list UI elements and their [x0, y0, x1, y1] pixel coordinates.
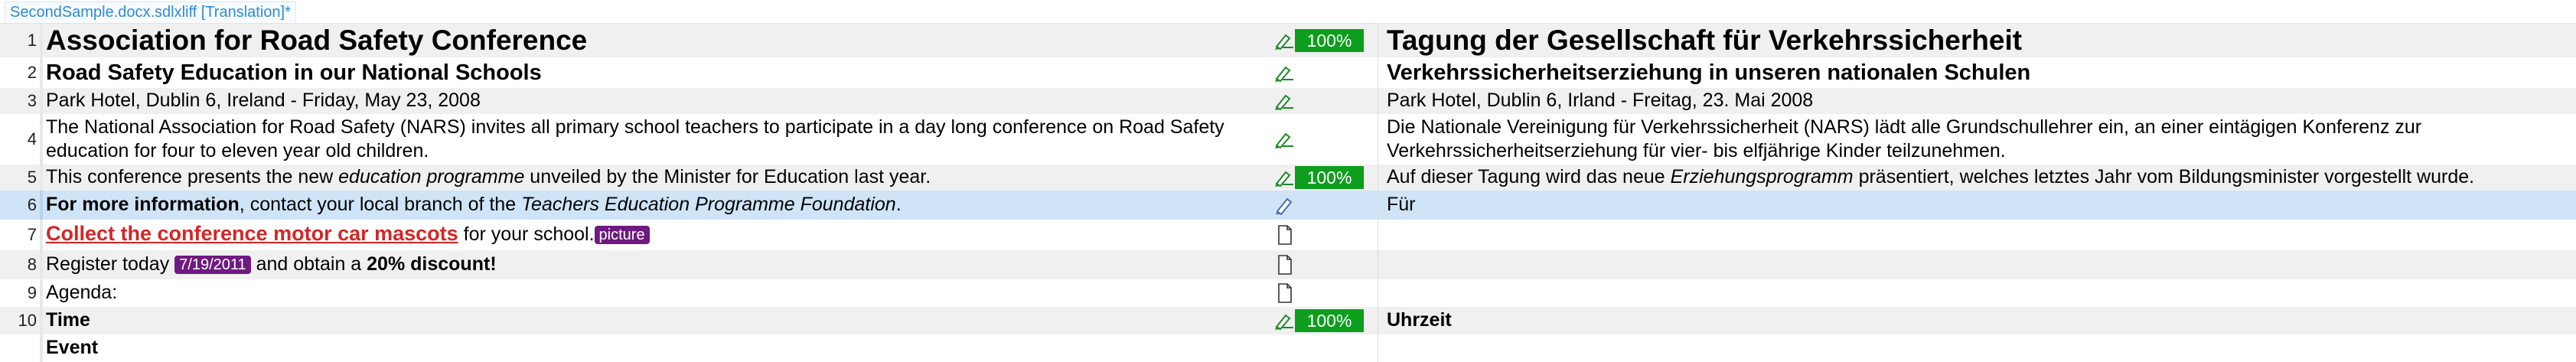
confirmed-pen-icon — [1275, 171, 1293, 188]
picture-tag[interactable]: picture — [594, 226, 650, 245]
source-cell[interactable]: For more information, contact your local… — [46, 193, 1270, 217]
segment-row-4[interactable]: 4 The National Association for Road Safe… — [0, 114, 2576, 165]
segment-row-9[interactable]: 9 Agenda: — [0, 279, 2576, 307]
source-cell[interactable]: Collect the conference motor car mascots… — [46, 222, 1270, 246]
source-cell[interactable]: The National Association for Road Safety… — [46, 116, 1270, 163]
segment-status[interactable] — [1273, 253, 1365, 276]
segment-status[interactable] — [1273, 128, 1365, 151]
row-number: 10 — [18, 311, 37, 330]
row-gutter — [40, 307, 43, 334]
target-cell[interactable]: Die Nationale Vereinigung für Verkehrssi… — [1387, 116, 2558, 163]
source-cell[interactable]: Register today 7/19/2011 and obtain a 20… — [46, 253, 1270, 276]
source-cell[interactable]: Event — [46, 336, 1270, 360]
source-text: for your school. — [458, 223, 595, 245]
confirmed-pen-icon — [1275, 132, 1293, 149]
target-cell[interactable]: Für — [1387, 193, 2558, 217]
source-text: This conference presents the new — [46, 166, 339, 188]
source-cell[interactable]: Association for Road Safety Conference — [46, 24, 1270, 57]
segment-row-8[interactable]: 8 Register today 7/19/2011 and obtain a … — [0, 250, 2576, 279]
segment-row-2[interactable]: 2 Road Safety Education in our National … — [0, 57, 2576, 88]
row-gutter — [40, 191, 43, 220]
target-cell[interactable]: Uhrzeit — [1387, 308, 2558, 332]
source-bold-text: 20% discount — [367, 253, 491, 275]
segment-row-1[interactable]: 1 Association for Road Safety Conference… — [0, 24, 2576, 57]
source-text: and obtain a — [250, 253, 367, 275]
source-cell[interactable]: Time — [46, 308, 1270, 332]
source-bold-text: For more information — [46, 194, 240, 215]
row-number: 4 — [27, 129, 37, 148]
row-gutter — [40, 57, 43, 88]
source-italic-text: education programme — [338, 166, 525, 188]
source-italic-text: Teachers Education Programme Foundation — [521, 194, 896, 215]
confirmed-pen-icon — [1275, 34, 1293, 51]
row-gutter — [40, 165, 43, 191]
target-cell[interactable]: Park Hotel, Dublin 6, Irland - Freitag, … — [1387, 89, 2558, 113]
row-number: 2 — [27, 63, 37, 82]
confirmed-pen-icon — [1275, 66, 1293, 83]
row-number: 8 — [27, 255, 37, 274]
segment-row-7[interactable]: 7 Collect the conference motor car masco… — [0, 220, 2576, 250]
target-italic-text: Erziehungsprogramm — [1670, 166, 1854, 188]
segment-row-11[interactable]: Event — [0, 334, 2576, 362]
source-text: unveiled by the Minister for Education l… — [524, 166, 931, 188]
source-hyperlink[interactable]: Collect the conference motor car mascots — [46, 222, 458, 245]
segment-row-3[interactable]: 3 Park Hotel, Dublin 6, Ireland - Friday… — [0, 88, 2576, 114]
row-number: 6 — [27, 195, 37, 214]
row-number: 7 — [27, 225, 37, 244]
target-cell[interactable]: Verkehrssicherheitserziehung in unseren … — [1387, 59, 2558, 86]
date-tag[interactable]: 7/19/2011 — [174, 256, 251, 275]
match-percent-badge: 100% — [1295, 29, 1364, 52]
row-number: 5 — [27, 168, 37, 187]
segment-row-10[interactable]: 10 Time 100% Uhrzeit — [0, 307, 2576, 334]
segment-status[interactable]: 100% — [1273, 29, 1365, 52]
untranslated-document-icon — [1278, 283, 1292, 303]
row-gutter — [40, 220, 43, 250]
source-cell[interactable]: Agenda: — [46, 281, 1270, 305]
segment-status[interactable] — [1273, 61, 1365, 84]
confirmed-pen-icon — [1275, 314, 1293, 331]
row-gutter — [40, 114, 43, 165]
segment-row-5[interactable]: 5 This conference presents the new educa… — [0, 165, 2576, 191]
row-number: 1 — [27, 31, 37, 50]
row-gutter — [40, 334, 43, 362]
segment-status[interactable]: 100% — [1273, 309, 1365, 332]
document-tab[interactable]: SecondSample.docx.sdlxliff [Translation]… — [5, 2, 296, 22]
row-number: 3 — [27, 91, 37, 110]
segment-status[interactable] — [1273, 194, 1365, 217]
source-text: , contact your local branch of the — [239, 194, 522, 215]
segment-status[interactable]: 100% — [1273, 166, 1365, 189]
source-text: Register today — [46, 253, 175, 275]
confirmed-pen-icon — [1275, 94, 1293, 111]
row-gutter — [40, 250, 43, 279]
source-cell[interactable]: This conference presents the new educati… — [46, 165, 1270, 189]
row-number: 9 — [27, 283, 37, 302]
row-gutter — [40, 279, 43, 307]
row-gutter — [40, 88, 43, 114]
segment-status[interactable] — [1273, 90, 1365, 113]
target-cell[interactable]: Tagung der Gesellschaft für Verkehrssich… — [1387, 24, 2558, 57]
target-text: präsentiert, welches letztes Jahr vom Bi… — [1853, 166, 2475, 188]
row-gutter — [40, 24, 43, 57]
untranslated-document-icon — [1278, 225, 1292, 245]
source-text: . — [895, 194, 902, 215]
untranslated-document-icon — [1278, 255, 1292, 275]
source-cell[interactable]: Park Hotel, Dublin 6, Ireland - Friday, … — [46, 89, 1270, 113]
document-tab-bar: SecondSample.docx.sdlxliff [Translation]… — [0, 0, 2576, 24]
target-cell[interactable]: Auf dieser Tagung wird das neue Erziehun… — [1387, 165, 2558, 189]
source-cell[interactable]: Road Safety Education in our National Sc… — [46, 59, 1270, 86]
target-text: Auf dieser Tagung wird das neue — [1387, 166, 1671, 188]
segment-status[interactable] — [1273, 282, 1365, 305]
match-percent-badge: 100% — [1295, 309, 1364, 332]
segment-status[interactable] — [1273, 223, 1365, 246]
edit-pencil-icon — [1276, 197, 1293, 215]
source-bold-text: ! — [490, 253, 497, 275]
match-percent-badge: 100% — [1295, 166, 1364, 189]
segment-row-6[interactable]: 6 For more information, contact your loc… — [0, 191, 2576, 220]
